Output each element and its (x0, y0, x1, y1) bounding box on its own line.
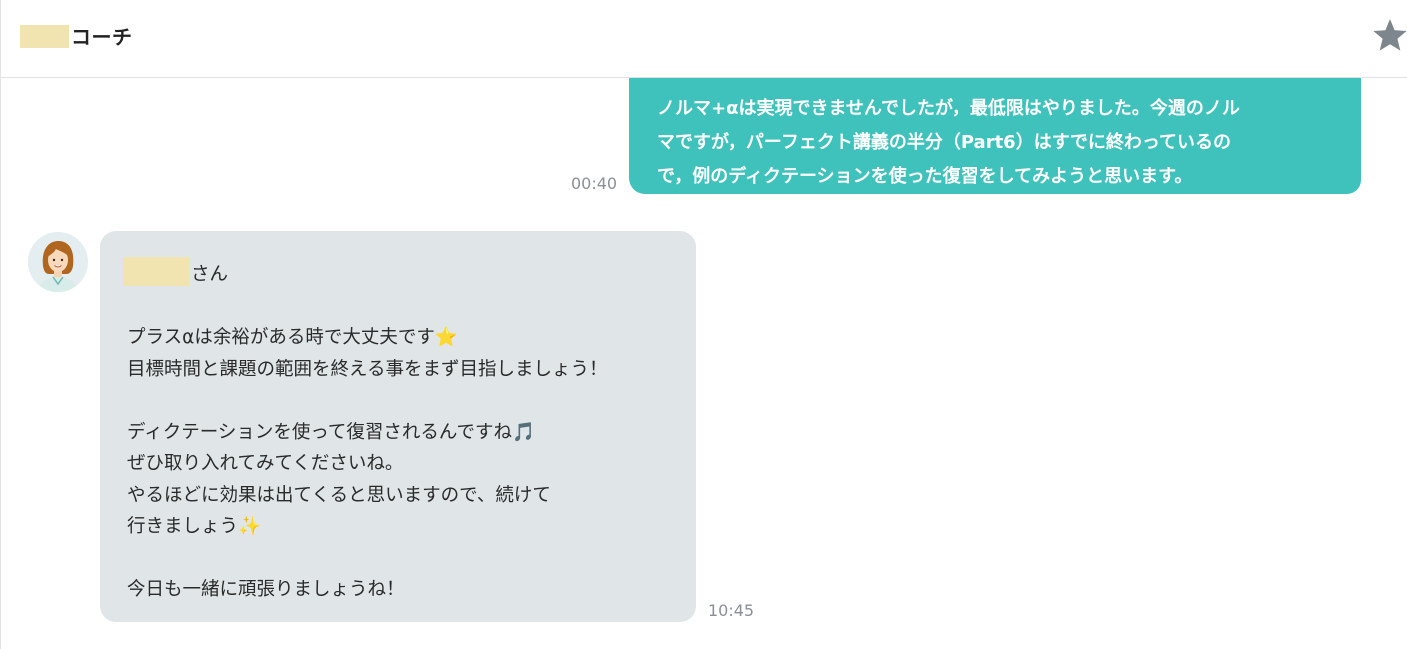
chat-header: コーチ (1, 0, 1407, 78)
redacted-name (123, 257, 189, 286)
message-line (127, 385, 672, 417)
incoming-message-time: 10:45 (708, 601, 755, 620)
outgoing-message-bubble: ノルマ+αは実現できませんでしたが，最低限はやりました。今週のノル マですが，パ… (629, 78, 1361, 194)
message-line: ディクテーションを使って復習されるんですね🎵 (127, 421, 536, 443)
message-line (127, 291, 672, 323)
greeting-line: さん (123, 257, 672, 291)
message-line: 目標時間と課題の範囲を終える事をまず目指しましょう！ (127, 358, 608, 380)
message-line: 行きましょう✨ (127, 516, 262, 537)
chat-window: コーチ ノルマ+αは実現できませんでしたが，最低限はやりました。今週のノル マで… (0, 0, 1407, 649)
incoming-message-bubble: さん プラスαは余裕がある時で大丈夫です⭐ 目標時間と課題の範囲を終える事をまず… (100, 231, 696, 622)
outgoing-message-time: 00:40 (571, 174, 618, 193)
message-line: ノルマ+αは実現できませんでしたが，最低限はやりました。今週のノル (657, 98, 1240, 119)
coach-avatar[interactable] (28, 232, 88, 292)
message-line (127, 543, 672, 575)
chat-title: コーチ (71, 25, 133, 49)
greeting-suffix: さん (191, 264, 229, 285)
message-line: やるほどに効果は出てくると思いますので、続けて (127, 484, 551, 506)
redacted-name (20, 25, 69, 48)
message-list[interactable]: ノルマ+αは実現できませんでしたが，最低限はやりました。今週のノル マですが，パ… (1, 78, 1407, 649)
message-line: ぜひ取り入れてみてくださいね。 (127, 453, 404, 474)
message-line: 今日も一緒に頑張りましょうね！ (127, 579, 405, 600)
coach-avatar-icon (28, 232, 88, 292)
star-icon[interactable] (1372, 17, 1407, 53)
message-line: マですが，パーフェクト講義の半分（Part6）はすでに終わっているの (657, 132, 1231, 153)
message-line: プラスαは余裕がある時で大丈夫です⭐ (127, 327, 458, 348)
message-line: で，例のディクテーションを使った復習をしてみようと思います。 (657, 166, 1193, 187)
